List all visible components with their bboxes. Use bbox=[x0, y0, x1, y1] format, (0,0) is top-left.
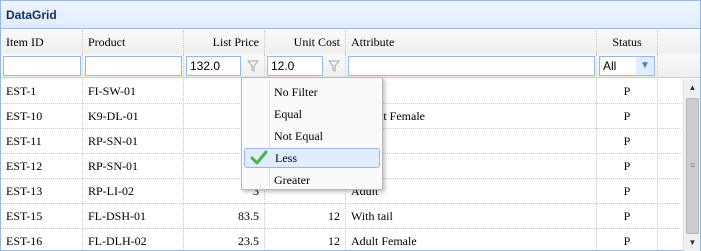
status-filter-select[interactable]: All ▼ bbox=[599, 56, 655, 76]
cell-product: FL-DSH-01 bbox=[83, 204, 184, 229]
unit-cost-filter-input[interactable]: 12.0 bbox=[267, 56, 323, 76]
filter-funnel-icon[interactable] bbox=[323, 56, 345, 76]
cell-attribute: less bbox=[346, 154, 597, 179]
cell-status: P bbox=[597, 79, 658, 104]
column-header-row: Item ID Product List Price Unit Cost Att… bbox=[1, 30, 700, 54]
cell-product: K9-DL-01 bbox=[83, 104, 184, 129]
menu-item-less[interactable]: Less bbox=[244, 148, 380, 168]
attribute-filter-input[interactable] bbox=[348, 56, 595, 76]
scroll-up-arrow-icon[interactable]: ▲ bbox=[684, 79, 701, 96]
status-filter-value: All bbox=[603, 59, 617, 73]
table-row[interactable]: EST-16 FL-DLH-02 23.5 12 Adult Female P bbox=[1, 229, 682, 251]
filter-cell-list-price: 132.0 bbox=[184, 54, 265, 78]
chevron-down-icon[interactable]: ▼ bbox=[636, 57, 654, 75]
filter-operator-menu: No Filter Equal Not Equal Less Greater bbox=[241, 77, 383, 190]
cell-product: RP-LI-02 bbox=[83, 179, 184, 204]
scrollbar-grip-icon: ≡ bbox=[689, 160, 696, 170]
cell-attribute: d Adult Female bbox=[346, 104, 597, 129]
filter-cell-status: All ▼ bbox=[597, 54, 658, 78]
column-header-item-id[interactable]: Item ID bbox=[1, 30, 83, 54]
cell-attribute: Adult bbox=[346, 179, 597, 204]
filter-cell-unit-cost: 12.0 bbox=[265, 54, 346, 78]
column-header-unit-cost[interactable]: Unit Cost bbox=[265, 30, 346, 54]
menu-item-equal[interactable]: Equal bbox=[244, 104, 380, 124]
list-price-filter-input[interactable]: 132.0 bbox=[186, 56, 241, 76]
green-checkmark-icon bbox=[249, 149, 269, 167]
cell-item-id: EST-12 bbox=[1, 154, 83, 179]
cell-attribute: less bbox=[346, 129, 597, 154]
panel-title: DataGrid bbox=[6, 8, 57, 22]
column-header-list-price[interactable]: List Price bbox=[184, 30, 265, 54]
cell-status: P bbox=[597, 104, 658, 129]
filter-cell-attribute bbox=[346, 54, 597, 78]
column-header-product[interactable]: Product bbox=[83, 30, 184, 54]
menu-item-not-equal[interactable]: Not Equal bbox=[244, 126, 380, 146]
vertical-scrollbar[interactable]: ▲ ≡ ▼ bbox=[683, 79, 700, 251]
column-header-status[interactable]: Status bbox=[597, 30, 658, 54]
cell-item-id: EST-15 bbox=[1, 204, 83, 229]
product-filter-input[interactable] bbox=[85, 56, 182, 76]
cell-status: P bbox=[597, 129, 658, 154]
menu-item-label: Less bbox=[275, 151, 297, 165]
cell-product: RP-SN-01 bbox=[83, 129, 184, 154]
cell-list-price: 83.5 bbox=[184, 204, 265, 229]
cell-item-id: EST-1 bbox=[1, 79, 83, 104]
cell-product: RP-SN-01 bbox=[83, 154, 184, 179]
menu-item-label: Equal bbox=[274, 107, 302, 121]
cell-product: FI-SW-01 bbox=[83, 79, 184, 104]
column-header-attribute[interactable]: Attribute bbox=[346, 30, 597, 54]
filter-row: 132.0 12.0 All ▼ bbox=[1, 54, 700, 78]
item-id-filter-input[interactable] bbox=[3, 56, 81, 76]
cell-status: P bbox=[597, 154, 658, 179]
cell-unit-cost: 12 bbox=[265, 229, 346, 251]
cell-unit-cost: 12 bbox=[265, 204, 346, 229]
cell-status: P bbox=[597, 204, 658, 229]
table-row[interactable]: EST-15 FL-DSH-01 83.5 12 With tail P bbox=[1, 204, 682, 229]
cell-item-id: EST-13 bbox=[1, 179, 83, 204]
cell-item-id: EST-10 bbox=[1, 104, 83, 129]
menu-item-label: No Filter bbox=[274, 85, 318, 99]
filter-cell-product bbox=[83, 54, 184, 78]
menu-item-label: Not Equal bbox=[274, 129, 323, 143]
scroll-down-arrow-icon[interactable]: ▼ bbox=[684, 234, 701, 251]
filter-funnel-icon[interactable] bbox=[242, 56, 264, 76]
menu-item-label: Greater bbox=[274, 173, 310, 187]
cell-list-price: 23.5 bbox=[184, 229, 265, 251]
filter-cell-item-id bbox=[1, 54, 83, 78]
cell-item-id: EST-16 bbox=[1, 229, 83, 251]
cell-attribute: With tail bbox=[346, 204, 597, 229]
cell-attribute bbox=[346, 79, 597, 104]
cell-status: P bbox=[597, 179, 658, 204]
cell-item-id: EST-11 bbox=[1, 129, 83, 154]
panel-header: DataGrid bbox=[1, 1, 700, 29]
cell-product: FL-DLH-02 bbox=[83, 229, 184, 251]
cell-status: P bbox=[597, 229, 658, 251]
scrollbar-thumb[interactable]: ≡ bbox=[686, 98, 699, 234]
menu-item-no-filter[interactable]: No Filter bbox=[244, 82, 380, 102]
cell-attribute: Adult Female bbox=[346, 229, 597, 251]
menu-item-greater[interactable]: Greater bbox=[244, 170, 380, 190]
